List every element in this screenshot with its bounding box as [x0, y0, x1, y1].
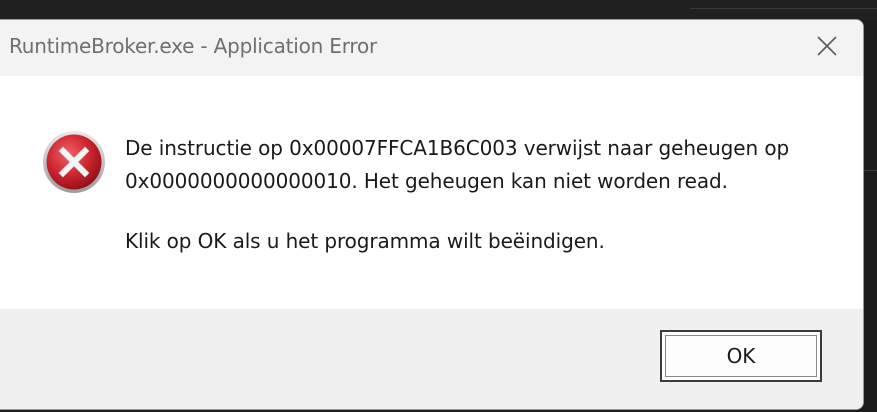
button-bar: OK — [0, 309, 863, 409]
close-icon — [816, 35, 838, 61]
ok-button-label: OK — [726, 344, 756, 368]
message-area: De instructie op 0x00007FFCA1B6C003 verw… — [0, 76, 863, 309]
close-button[interactable] — [805, 28, 849, 68]
error-x-icon — [42, 130, 106, 194]
ok-button[interactable]: OK — [660, 330, 822, 382]
error-message-line: 0x0000000000000010. Het geheugen kan nie… — [125, 169, 728, 193]
title-bar[interactable]: RuntimeBroker.exe - Application Error — [0, 20, 863, 76]
dialog-title: RuntimeBroker.exe - Application Error — [9, 34, 378, 58]
background-window-strip — [0, 0, 877, 20]
error-message-line: De instructie op 0x00007FFCA1B6C003 verw… — [125, 136, 790, 160]
error-dialog: RuntimeBroker.exe - Application Error De… — [0, 19, 864, 410]
background-divider — [864, 170, 877, 171]
background-divider — [690, 8, 877, 9]
instruction-message: Klik op OK als u het programma wilt beëi… — [125, 229, 605, 253]
